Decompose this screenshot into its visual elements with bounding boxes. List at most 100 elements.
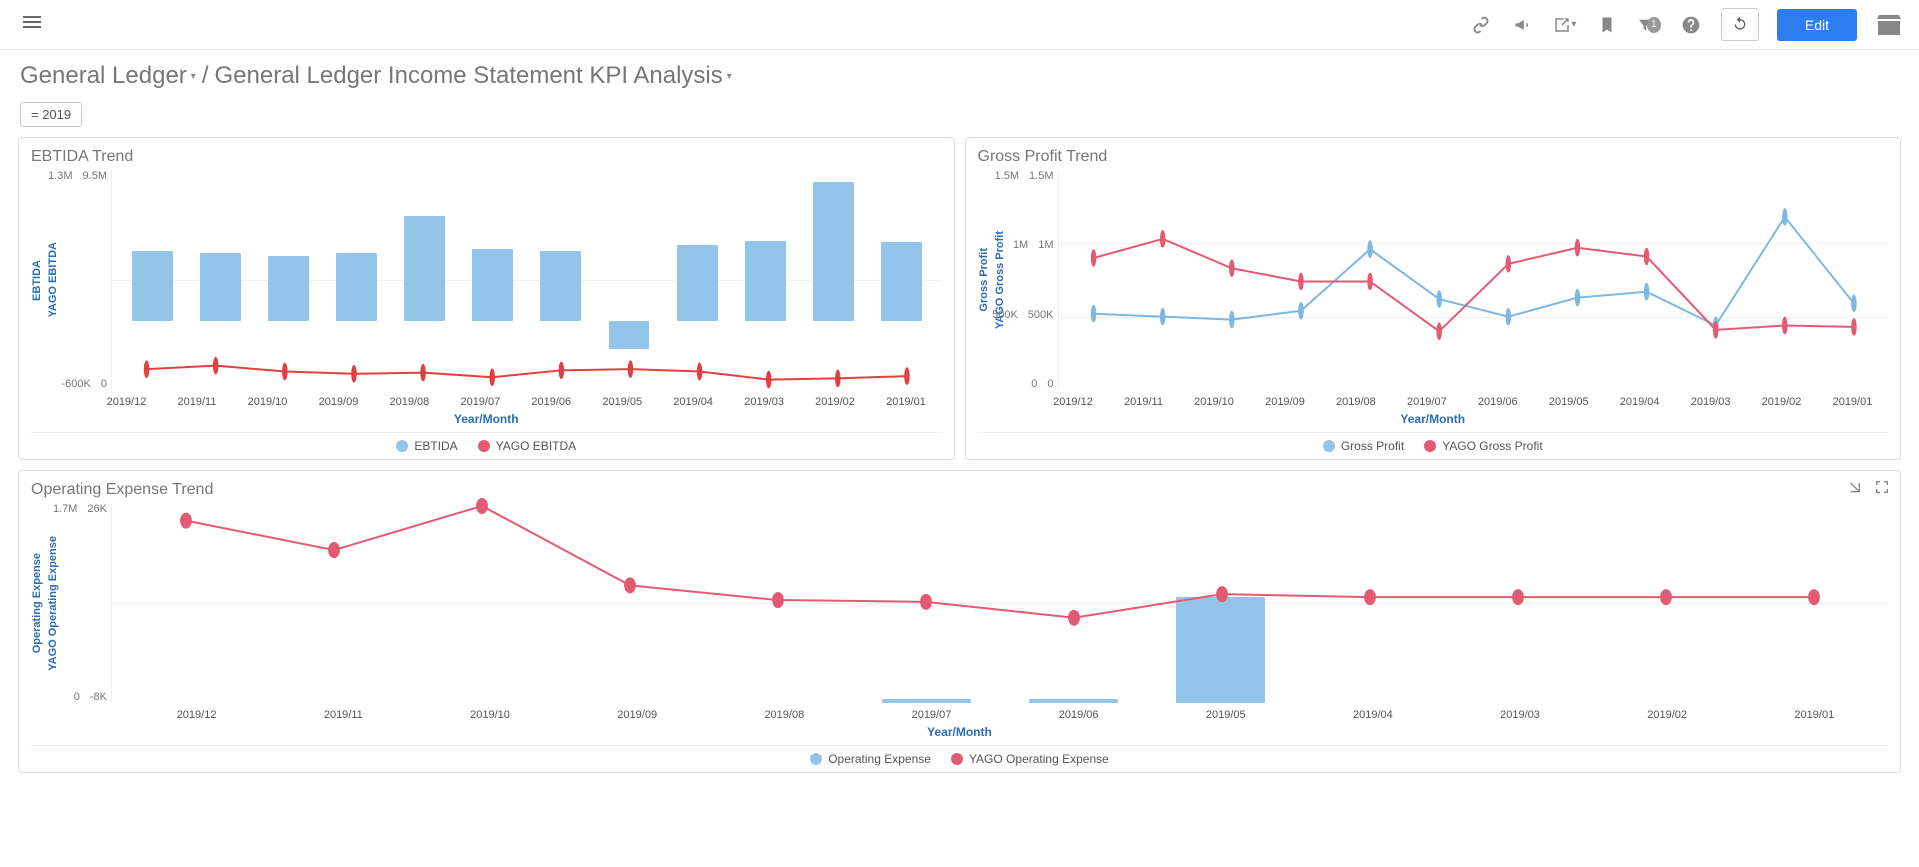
data-point[interactable] [1436, 290, 1442, 308]
legend-item-ebtida[interactable]: EBTIDA [396, 439, 457, 453]
archive-icon[interactable] [1875, 13, 1903, 37]
x-tick: 2019/07 [1407, 396, 1447, 408]
data-point[interactable] [1712, 321, 1718, 339]
x-tick: 2019/11 [1124, 396, 1163, 408]
panel-ebtida: EBTIDA Trend EBTIDA YAGO EBITDA 1.3M9.5M… [18, 137, 955, 460]
data-point[interactable] [144, 360, 150, 378]
drill-down-icon[interactable] [1848, 479, 1864, 500]
data-point[interactable] [1574, 289, 1580, 307]
x-tick: 2019/04 [1353, 709, 1393, 721]
x-tick: 2019/11 [178, 396, 217, 408]
chart-ebtida[interactable]: EBTIDA YAGO EBITDA 1.3M9.5M -600K0 [31, 170, 942, 390]
data-point[interactable] [1660, 589, 1672, 605]
chart-gross-profit[interactable]: Gross Profit YAGO Gross Profit 1.5M1.5M … [978, 170, 1889, 390]
data-point[interactable] [1159, 308, 1165, 326]
data-point[interactable] [489, 368, 495, 386]
x-tick: 2019/04 [1620, 396, 1660, 408]
data-point[interactable] [1505, 255, 1511, 273]
legend-item-operating-expense[interactable]: Operating Expense [810, 752, 931, 766]
x-tick: 2019/10 [1194, 396, 1234, 408]
x-tick: 2019/10 [248, 396, 288, 408]
refresh-button[interactable] [1721, 8, 1759, 41]
x-tick: 2019/04 [673, 396, 713, 408]
data-point[interactable] [766, 371, 772, 389]
chevron-down-icon: ▾ [1571, 19, 1576, 30]
data-point[interactable] [1436, 323, 1442, 341]
x-tick: 2019/08 [1336, 396, 1376, 408]
data-point[interactable] [697, 363, 703, 381]
data-point[interactable] [180, 513, 192, 529]
data-point[interactable] [1782, 208, 1788, 226]
breadcrumb-page[interactable]: General Ledger Income Statement KPI Anal… [214, 62, 731, 90]
data-point[interactable] [1808, 589, 1820, 605]
data-point[interactable] [624, 577, 636, 593]
breadcrumb-root[interactable]: General Ledger ▾ [20, 62, 196, 90]
data-point[interactable] [1090, 249, 1096, 267]
link-icon[interactable] [1469, 13, 1493, 37]
edit-button[interactable]: Edit [1777, 9, 1857, 41]
x-tick: 2019/02 [1647, 709, 1687, 721]
export-icon[interactable]: ▾ [1553, 13, 1577, 37]
data-point[interactable] [1782, 317, 1788, 335]
data-point[interactable] [1574, 239, 1580, 257]
data-point[interactable] [420, 364, 426, 382]
data-point[interactable] [351, 365, 357, 383]
data-point[interactable] [1159, 230, 1165, 248]
x-tick: 2019/12 [107, 396, 147, 408]
data-point[interactable] [1367, 273, 1373, 291]
data-point[interactable] [1229, 259, 1235, 277]
data-point[interactable] [1229, 311, 1235, 329]
y-axis-left-title: Operating Expense [31, 553, 43, 653]
help-icon[interactable] [1679, 13, 1703, 37]
filter-icon[interactable]: 1 [1637, 13, 1661, 37]
data-point[interactable] [1643, 283, 1649, 301]
panel-title: Operating Expense Trend [31, 481, 1888, 499]
legend-item-yago-operating-expense[interactable]: YAGO Operating Expense [951, 752, 1109, 766]
menu-icon[interactable] [16, 6, 48, 43]
panel-title: EBTIDA Trend [31, 148, 942, 166]
data-point[interactable] [1643, 248, 1649, 266]
filter-chip[interactable]: = 2019 [20, 102, 82, 127]
data-point[interactable] [1851, 295, 1857, 313]
data-point[interactable] [213, 357, 219, 375]
x-tick: 2019/11 [324, 709, 363, 721]
x-tick: 2019/06 [1478, 396, 1518, 408]
data-point[interactable] [559, 362, 565, 380]
megaphone-icon[interactable] [1511, 13, 1535, 37]
x-tick: 2019/02 [1762, 396, 1802, 408]
x-tick: 2019/05 [1549, 396, 1589, 408]
data-point[interactable] [920, 594, 932, 610]
legend-item-yago-ebitda[interactable]: YAGO EBITDA [478, 439, 576, 453]
data-point[interactable] [1505, 308, 1511, 326]
data-point[interactable] [904, 367, 910, 385]
data-point[interactable] [282, 363, 288, 381]
data-point[interactable] [1851, 318, 1857, 336]
data-point[interactable] [1298, 302, 1304, 320]
data-point[interactable] [835, 370, 841, 388]
data-point[interactable] [772, 592, 784, 608]
data-point[interactable] [1512, 589, 1524, 605]
x-tick: 2019/12 [177, 709, 217, 721]
data-point[interactable] [1364, 589, 1376, 605]
x-tick: 2019/05 [1206, 709, 1246, 721]
breadcrumb: General Ledger ▾ / General Ledger Income… [0, 50, 1919, 94]
data-point[interactable] [1298, 273, 1304, 291]
data-point[interactable] [1068, 610, 1080, 626]
data-point[interactable] [1367, 240, 1373, 258]
x-axis-title: Year/Month [978, 412, 1889, 426]
legend-item-yago-gross-profit[interactable]: YAGO Gross Profit [1424, 439, 1542, 453]
legend-item-gross-profit[interactable]: Gross Profit [1323, 439, 1404, 453]
legend: EBTIDA YAGO EBITDA [31, 432, 942, 453]
data-point[interactable] [476, 498, 488, 514]
data-point[interactable] [628, 360, 634, 378]
data-point[interactable] [1090, 305, 1096, 323]
data-point[interactable] [328, 542, 340, 558]
chart-operating-expense[interactable]: Operating Expense YAGO Operating Expense… [31, 503, 1888, 703]
bookmark-icon[interactable] [1595, 13, 1619, 37]
y-axis-ticks: 1.7M26K 0-8K [65, 503, 111, 703]
x-tick: 2019/09 [617, 709, 657, 721]
expand-icon[interactable] [1874, 479, 1890, 500]
x-tick: 2019/07 [912, 709, 952, 721]
data-point[interactable] [1216, 586, 1228, 602]
filter-badge: 1 [1647, 17, 1661, 33]
